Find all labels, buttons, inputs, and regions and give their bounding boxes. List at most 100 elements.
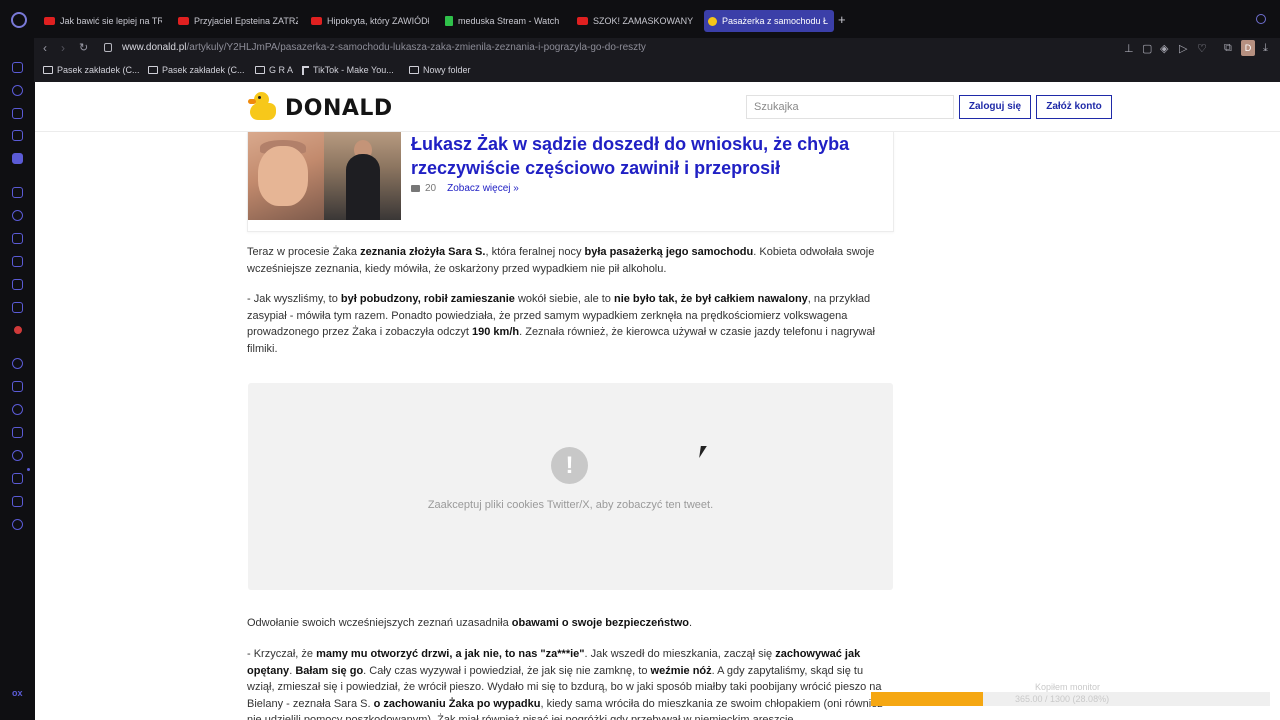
lock-icon[interactable]	[104, 43, 112, 52]
tab-1-label: Jak bawić sie lepiej na TR	[60, 16, 162, 26]
tab-3[interactable]: Hipokryta, który ZAWIÓDŁ	[307, 10, 429, 32]
history-icon[interactable]	[12, 450, 23, 461]
thumbnail-person	[346, 154, 380, 220]
folder-icon	[148, 66, 158, 74]
see-more-link[interactable]: Zobacz więcej »	[447, 183, 519, 194]
opera-logo-icon[interactable]	[11, 12, 27, 28]
address-bar: ‹ › ↻ www.donald.pl/artykuly/Y2HLJmPA/pa…	[34, 38, 1280, 60]
telegram-icon[interactable]	[12, 233, 23, 244]
back-icon[interactable]: ‹	[43, 41, 47, 55]
youtube-icon	[311, 17, 322, 25]
messenger-app-icon[interactable]	[12, 62, 23, 73]
download-icon[interactable]: ⤓	[1263, 42, 1268, 55]
comment-count: 20	[425, 183, 437, 194]
bookmark-5[interactable]: Nowy folder	[409, 65, 471, 75]
bookmark-3-label: G R A	[269, 65, 294, 75]
url-path: /artykuly/Y2HLJmPA/pasazerka-z-samochodu…	[186, 42, 646, 53]
bookmark-5-label: Nowy folder	[423, 65, 471, 75]
kick-icon	[445, 16, 453, 26]
url-field[interactable]: www.donald.pl/artykuly/Y2HLJmPA/pasazerk…	[122, 42, 646, 53]
search-input[interactable]	[746, 95, 954, 119]
play-icon[interactable]: ▷	[1179, 42, 1187, 55]
url-host: www.donald.pl	[122, 42, 187, 53]
sidebar-more-button[interactable]: ox	[12, 688, 23, 698]
tab-1[interactable]: Jak bawić sie lepiej na TR	[40, 10, 162, 32]
browser-sidebar: ox	[0, 38, 34, 720]
tab-search-icon[interactable]	[1256, 14, 1266, 24]
reload-icon[interactable]: ↻	[79, 41, 88, 54]
duck-beak	[248, 99, 256, 104]
bookmark-2-label: Pasek zakładek (C...	[162, 65, 245, 75]
downloads-icon[interactable]	[12, 473, 23, 484]
login-button[interactable]: Zaloguj się	[959, 95, 1031, 119]
wallet-icon[interactable]	[12, 427, 23, 438]
donald-duck-icon	[708, 16, 717, 26]
youtube-icon	[178, 17, 189, 25]
shield-icon[interactable]: ◈	[1160, 42, 1168, 55]
instagram-icon[interactable]	[12, 256, 23, 267]
overlay-label: Kopiłem monitor	[1035, 682, 1101, 692]
discord-icon[interactable]	[12, 302, 23, 313]
send-icon[interactable]	[12, 381, 23, 392]
article-paragraph-4: - Krzyczał, że mamy mu otworzyć drzwi, a…	[247, 648, 883, 720]
related-article-thumbnail[interactable]	[248, 132, 401, 220]
site-header: DONALD Zaloguj się Załóż konto	[35, 82, 1280, 132]
tweet-embed-placeholder[interactable]: ! Zaakceptuj pliki cookies Twitter/X, ab…	[248, 383, 893, 590]
duck-logo-icon[interactable]	[248, 91, 278, 121]
bookmark-1[interactable]: Pasek zakładek (C...	[43, 65, 140, 75]
pin-icon[interactable]: ⊥	[1124, 42, 1134, 55]
site-logo-text[interactable]: DONALD	[285, 96, 393, 121]
thumbnail-face	[258, 146, 308, 206]
twitch-icon[interactable]	[12, 187, 23, 198]
refresh-app-icon[interactable]	[12, 85, 23, 96]
related-article-card[interactable]: Łukasz Żak w sądzie doszedł do wniosku, …	[247, 132, 894, 232]
favorite-heart-icon[interactable]: ♡	[1197, 42, 1207, 55]
youtube-icon	[44, 17, 55, 25]
bookmark-2[interactable]: Pasek zakładek (C...	[148, 65, 245, 75]
related-article-title[interactable]: Łukasz Żak w sądzie doszedł do wniosku, …	[411, 132, 881, 180]
duck-eye	[258, 96, 261, 99]
tab-5-label: SZOK! ZAMASKOWANY C	[593, 16, 695, 26]
notification-dot	[27, 468, 30, 471]
tab-5[interactable]: SZOK! ZAMASKOWANY C	[573, 10, 695, 32]
article-paragraph-1: Teraz w procesie Żaka zeznania złożyła S…	[247, 246, 875, 275]
settings-icon[interactable]	[12, 519, 23, 530]
tab-4[interactable]: meduska Stream - Watch	[441, 10, 563, 32]
profile-avatar[interactable]: D	[1241, 40, 1255, 56]
bookmark-3[interactable]: G R A	[255, 65, 293, 75]
heart-icon[interactable]	[12, 404, 23, 415]
new-tab-button[interactable]: +	[838, 12, 846, 27]
related-article-meta: 20 Zobacz więcej »	[411, 183, 519, 194]
x-twitter-icon[interactable]	[12, 279, 23, 290]
forward-icon[interactable]: ›	[61, 41, 65, 55]
register-button[interactable]: Załóż konto	[1036, 95, 1112, 119]
article-paragraph-3: Odwołanie swoich wcześniejszych zeznań u…	[247, 617, 693, 629]
extensions-puzzle-icon[interactable]: ⧉	[1224, 42, 1232, 55]
folder-icon	[409, 66, 419, 74]
notes-icon[interactable]	[12, 130, 23, 141]
bookmark-1-label: Pasek zakładek (C...	[57, 65, 140, 75]
mail-icon[interactable]	[12, 153, 23, 164]
tab-2-label: Przyjaciel Epsteina ZATRZ	[194, 16, 298, 26]
bookmark-4-label: TikTok - Make You...	[313, 65, 394, 75]
bookmark-4[interactable]: TikTok - Make You...	[302, 65, 394, 75]
ai-assistant-icon[interactable]	[12, 108, 23, 119]
extensions-icon[interactable]	[12, 496, 23, 507]
warning-icon: !	[551, 447, 588, 484]
article-paragraph-2: - Jak wyszliśmy, to był pobudzony, robił…	[247, 293, 875, 355]
snapshot-icon[interactable]: ▢	[1142, 42, 1152, 55]
tab-3-label: Hipokryta, który ZAWIÓDŁ	[327, 16, 429, 26]
tweet-cookie-notice: Zaakceptuj pliki cookies Twitter/X, aby …	[427, 499, 714, 511]
tab-4-label: meduska Stream - Watch	[458, 16, 560, 26]
tab-bar: Jak bawić sie lepiej na TR Przyjaciel Ep…	[0, 0, 1280, 38]
record-icon[interactable]	[14, 326, 22, 334]
tab-6-active[interactable]: Pasażerka z samochodu Ł	[704, 10, 834, 32]
messenger-icon[interactable]	[12, 210, 23, 221]
tab-2[interactable]: Przyjaciel Epsteina ZATRZ	[174, 10, 298, 32]
progress-fill	[871, 692, 984, 706]
app-window: Jak bawić sie lepiej na TR Przyjaciel Ep…	[0, 0, 1280, 720]
bookmarks-bar: Pasek zakładek (C... Pasek zakładek (C..…	[34, 60, 1280, 82]
spotify-icon[interactable]	[12, 358, 23, 369]
tiktok-icon	[302, 65, 309, 75]
thumbnail-photo-left	[248, 132, 324, 220]
